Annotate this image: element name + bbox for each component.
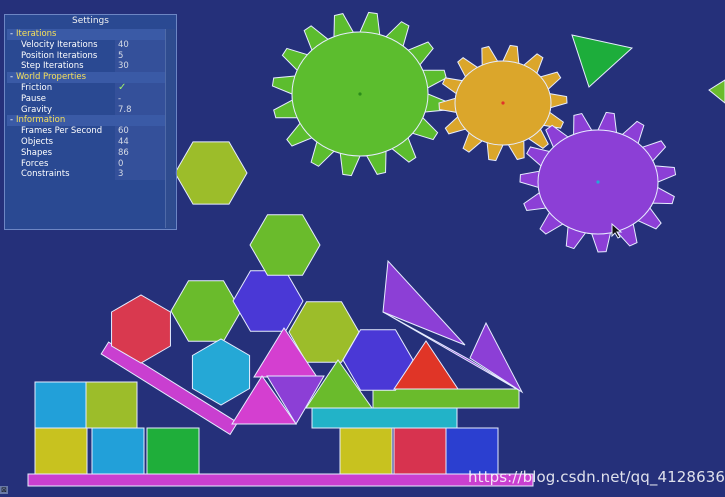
minus-toggle-icon[interactable]: - xyxy=(7,72,16,83)
settings-row-value[interactable]: - xyxy=(115,93,166,105)
settings-section-header[interactable]: - Information xyxy=(7,115,166,127)
box-red xyxy=(393,427,447,475)
plank-teal xyxy=(311,407,458,429)
settings-row-label: Pause xyxy=(21,93,46,104)
settings-section-header[interactable]: - Iterations xyxy=(7,29,166,40)
settings-section-header[interactable]: - World Properties xyxy=(7,72,166,83)
settings-section-label: Iterations xyxy=(16,29,57,39)
box-cyan-bottom xyxy=(91,427,145,475)
settings-panel-title: Settings xyxy=(72,16,109,26)
settings-row-value[interactable]: 60 xyxy=(115,126,166,137)
hexagon-green-left xyxy=(170,280,242,342)
triangle-green-floating xyxy=(571,34,634,88)
settings-row-label: Objects xyxy=(21,136,54,147)
settings-row-label: Position Iterations xyxy=(21,50,98,61)
settings-sections: - Iterations Velocity Iterations 40 Position… xyxy=(5,29,176,181)
settings-row-label: Gravity xyxy=(21,104,53,115)
settings-panel[interactable]: Settings - Iterations Velocity Iterations 4… xyxy=(4,14,177,230)
settings-section-label: Information xyxy=(16,115,66,126)
triangle-lime-edge xyxy=(708,79,725,104)
check-icon[interactable]: ✓ xyxy=(115,82,166,94)
settings-row[interactable]: Objects 44 xyxy=(5,136,166,148)
hexagon-lime-floating xyxy=(174,141,248,205)
box-yellow-right xyxy=(339,427,393,475)
hexagon-blue-top xyxy=(232,270,304,332)
settings-row-value[interactable]: 44 xyxy=(115,136,166,148)
settings-row-value[interactable]: 30 xyxy=(115,61,166,73)
ground-plank xyxy=(27,473,534,487)
box-cyan-top xyxy=(34,381,88,429)
settings-section-label: World Properties xyxy=(16,72,87,83)
settings-row-label: Friction xyxy=(21,82,53,93)
settings-scrollbar[interactable] xyxy=(165,29,175,228)
plank-lime xyxy=(372,388,520,409)
settings-row-value[interactable]: 5 xyxy=(115,50,166,62)
corner-icon: ⊠ xyxy=(0,486,8,494)
settings-row-label: Forces xyxy=(21,158,49,169)
gear-green-center xyxy=(358,92,362,96)
triangle-purple-right xyxy=(469,321,524,394)
settings-row[interactable]: Constraints 3 xyxy=(5,169,166,181)
hexagon-green-top xyxy=(249,214,321,276)
settings-row-value[interactable]: 40 xyxy=(115,39,166,51)
hexagon-cyan xyxy=(191,338,251,406)
settings-row-label: Shapes xyxy=(21,147,53,158)
settings-row[interactable]: Velocity Iterations 40 xyxy=(5,39,166,51)
settings-row[interactable]: Forces 0 xyxy=(5,158,166,170)
box-olive-top xyxy=(85,381,138,429)
settings-row-value[interactable]: 86 xyxy=(115,147,166,159)
settings-row[interactable]: Pause - xyxy=(5,93,166,105)
watermark-url: https://blog.csdn.net/qq_41286360 xyxy=(468,468,725,486)
minus-toggle-icon[interactable]: - xyxy=(7,29,16,40)
settings-row[interactable]: Gravity 7.8 xyxy=(5,104,166,116)
settings-row-label: Constraints xyxy=(21,169,70,180)
settings-row-label: Step Iterations xyxy=(21,61,84,72)
minus-toggle-icon[interactable]: - xyxy=(7,115,16,126)
settings-row-label: Frames Per Second xyxy=(21,126,103,137)
settings-row[interactable]: Frames Per Second 60 xyxy=(5,126,166,137)
settings-row-value[interactable]: 0 xyxy=(115,158,166,170)
settings-row[interactable]: Shapes 86 xyxy=(5,147,166,159)
settings-row-value[interactable]: 3 xyxy=(115,169,166,181)
box-green-bottom xyxy=(146,427,200,475)
box-yellow-left xyxy=(34,427,88,475)
gear-purple-center xyxy=(596,180,600,184)
gear-orange-center xyxy=(501,101,505,105)
settings-row[interactable]: Position Iterations 5 xyxy=(5,50,166,62)
settings-row[interactable]: Step Iterations 30 xyxy=(5,61,166,73)
settings-row-label: Velocity Iterations xyxy=(21,39,98,50)
settings-row[interactable]: Friction ✓ xyxy=(5,82,166,94)
settings-row-value[interactable]: 7.8 xyxy=(115,104,166,116)
